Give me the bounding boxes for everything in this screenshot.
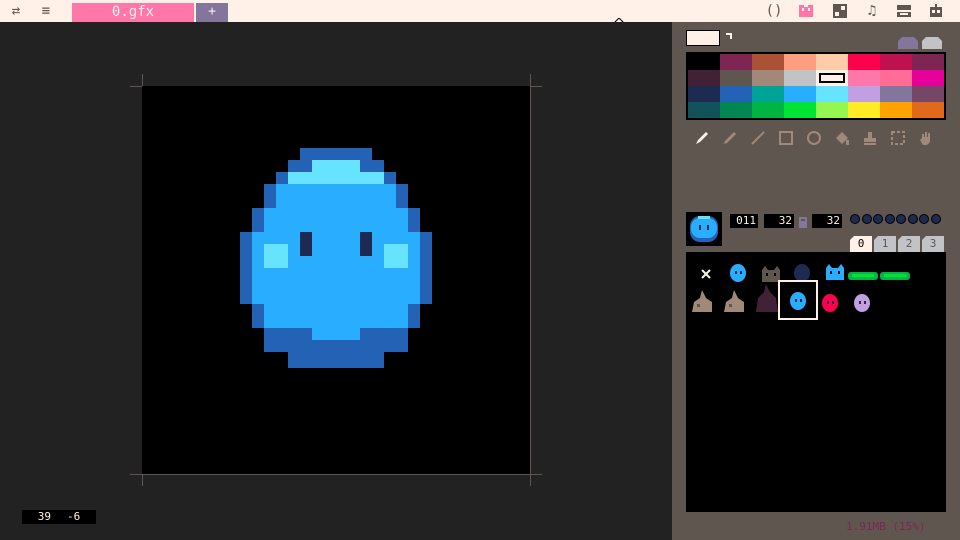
sheet-item-rabbit-1[interactable] — [688, 288, 716, 316]
palette-color[interactable] — [784, 86, 816, 102]
palette-color[interactable] — [688, 86, 720, 102]
sprite-flag[interactable] — [873, 214, 883, 224]
sprite-sheet[interactable] — [686, 252, 946, 512]
sprite-flag[interactable] — [884, 214, 895, 224]
sheet-item-blue-cat[interactable] — [820, 258, 848, 286]
palette-color[interactable] — [720, 102, 752, 118]
palette-color[interactable] — [880, 86, 912, 102]
sprite-flag[interactable] — [907, 214, 918, 224]
current-color-swatch[interactable] — [686, 30, 720, 46]
rectangle-icon[interactable] — [776, 128, 796, 148]
code-icon[interactable]: () — [766, 3, 783, 19]
add-tab-button[interactable]: + — [196, 3, 228, 22]
palette-color[interactable] — [752, 54, 784, 70]
sprite-flag[interactable] — [930, 214, 941, 224]
sheet-item-green-platform-1[interactable] — [848, 262, 878, 290]
bank-tab[interactable]: 1 — [874, 236, 896, 252]
palette-color[interactable] — [720, 86, 752, 102]
palette-selection — [818, 72, 846, 84]
palette-color[interactable] — [848, 102, 880, 118]
sheet-item-red-slime[interactable] — [816, 288, 844, 316]
sheet-item-dark-slime[interactable] — [788, 258, 816, 286]
music-icon[interactable]: ♫ — [864, 3, 880, 19]
palette-color[interactable] — [848, 70, 880, 86]
palette-color[interactable] — [688, 102, 720, 118]
lock-icon[interactable] — [797, 214, 809, 228]
palette-color[interactable] — [816, 86, 848, 102]
robot-icon[interactable] — [928, 3, 944, 19]
palette-color[interactable] — [816, 102, 848, 118]
coord-y: -6 — [67, 510, 81, 523]
sheet-item-rabbit-2[interactable] — [720, 288, 748, 316]
sprite-index-field[interactable]: 011 — [730, 214, 758, 228]
bank-tab[interactable]: 3 — [922, 236, 944, 252]
palette-color[interactable] — [752, 86, 784, 102]
palette-color[interactable] — [816, 70, 848, 86]
sprite-canvas[interactable] — [142, 86, 530, 474]
circle-icon[interactable] — [804, 128, 824, 148]
line-icon[interactable] — [748, 128, 768, 148]
swap-icon[interactable]: ⇄ — [8, 3, 24, 19]
pencil-icon[interactable] — [692, 128, 712, 148]
palette-color[interactable] — [880, 102, 912, 118]
palette-color[interactable] — [912, 70, 944, 86]
sprite-flag[interactable] — [861, 214, 872, 224]
canvas-guide — [130, 474, 542, 475]
sprite-flag[interactable] — [919, 214, 929, 224]
map-icon[interactable] — [832, 3, 848, 19]
hamburger-icon[interactable]: ≡ — [38, 3, 54, 19]
swatch-corner-icon — [726, 33, 732, 39]
palette-color[interactable] — [784, 54, 816, 70]
sheet-item-blue-slime-small[interactable] — [724, 258, 752, 286]
palette-color[interactable] — [880, 54, 912, 70]
sfx-icon[interactable] — [896, 3, 912, 19]
palette-toggle-icon-2[interactable] — [920, 34, 942, 49]
bank-tab[interactable]: 0 — [850, 236, 872, 252]
sprite-height-field[interactable]: 32 — [812, 214, 842, 228]
tab-file[interactable]: 0.gfx — [72, 3, 194, 22]
palette-color[interactable] — [688, 70, 720, 86]
palette-color[interactable] — [784, 102, 816, 118]
sheet-item-dark-figure[interactable] — [752, 284, 780, 312]
slime-sprite-art — [240, 148, 432, 368]
palette-color[interactable] — [816, 54, 848, 70]
select-icon[interactable] — [888, 128, 908, 148]
sprite-icon[interactable] — [798, 3, 814, 19]
sprite-flag[interactable] — [850, 214, 860, 224]
sheet-item-green-platform-2[interactable] — [880, 262, 910, 290]
color-palette[interactable] — [686, 52, 946, 120]
palette-color[interactable] — [848, 54, 880, 70]
palette-color[interactable] — [912, 86, 944, 102]
palette-color[interactable] — [784, 70, 816, 86]
hand-icon[interactable] — [916, 128, 936, 148]
palette-color[interactable] — [912, 102, 944, 118]
stamp-icon[interactable] — [860, 128, 880, 148]
palette-color[interactable] — [720, 54, 752, 70]
bank-tab[interactable]: 2 — [898, 236, 920, 252]
palette-color[interactable] — [752, 70, 784, 86]
palette-color[interactable] — [720, 70, 752, 86]
palette-color[interactable] — [912, 54, 944, 70]
sprite-preview — [686, 212, 722, 246]
fill-icon[interactable] — [832, 128, 852, 148]
sheet-item-purple-slime[interactable] — [848, 288, 876, 316]
memory-usage: 1.91MB (15%) — [846, 520, 926, 533]
sheet-item-blue-slime-selected[interactable] — [778, 280, 818, 320]
sprite-width-field[interactable]: 32 — [764, 214, 794, 228]
palette-color[interactable] — [688, 54, 720, 70]
palette-toggle-icon[interactable] — [896, 34, 918, 49]
cursor-coords: 39 -6 — [22, 510, 96, 524]
brush-icon[interactable] — [720, 128, 740, 148]
sprite-flag[interactable] — [896, 214, 906, 224]
sheet-item-x-mark[interactable] — [692, 260, 720, 288]
palette-color[interactable] — [848, 86, 880, 102]
coord-x: 39 — [37, 510, 51, 523]
palette-color[interactable] — [880, 70, 912, 86]
canvas-guide — [530, 74, 531, 486]
palette-color[interactable] — [752, 102, 784, 118]
